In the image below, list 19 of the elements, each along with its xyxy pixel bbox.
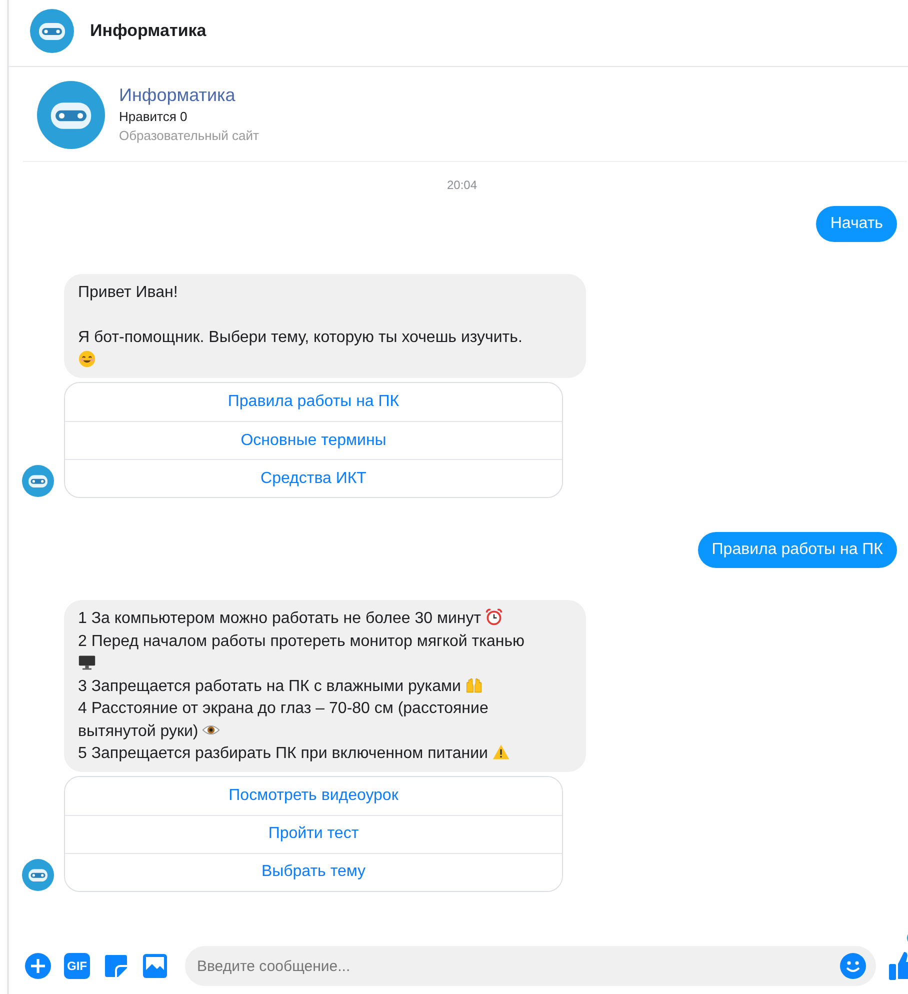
message-text: 5 Запрещается разбирать ПК при включенном питании xyxy=(78,745,488,762)
sent-message: Начать xyxy=(816,206,897,242)
message-text: Я бот-помощник. Выбери тему, которую ты хочешь изучить. xyxy=(78,329,522,346)
page-category: Образовательный сайт xyxy=(119,127,259,145)
likes-count: Нравится 0 xyxy=(119,108,188,126)
timestamp: 20:04 xyxy=(446,178,478,192)
page-name-link[interactable]: Информатика xyxy=(119,83,259,107)
quick-reply-button[interactable]: Выбрать тему xyxy=(65,852,562,890)
quick-reply-button[interactable]: Средства ИКТ xyxy=(65,459,562,497)
message-text: вытянутой руки) xyxy=(78,722,198,740)
gif-button[interactable]: GIF xyxy=(64,953,90,979)
chat-title: Информатика xyxy=(90,21,206,41)
sent-message: Правила работы на ПК xyxy=(698,532,897,568)
message-text: 1 За компьютером можно работать не более 30 минут xyxy=(78,610,482,627)
message-text: 4 Расстояние от экрана до глаз – 70-80 см (расстояние xyxy=(78,700,488,717)
message-text: Привет Иван! xyxy=(78,284,178,301)
message-input[interactable]: Введите сообщение... xyxy=(185,946,876,986)
message-text: 3 Запрещается работать на ПК с влажными руками xyxy=(78,678,461,694)
message-text: 2 Перед началом работы протереть монитор мягкой тканью xyxy=(78,632,525,650)
